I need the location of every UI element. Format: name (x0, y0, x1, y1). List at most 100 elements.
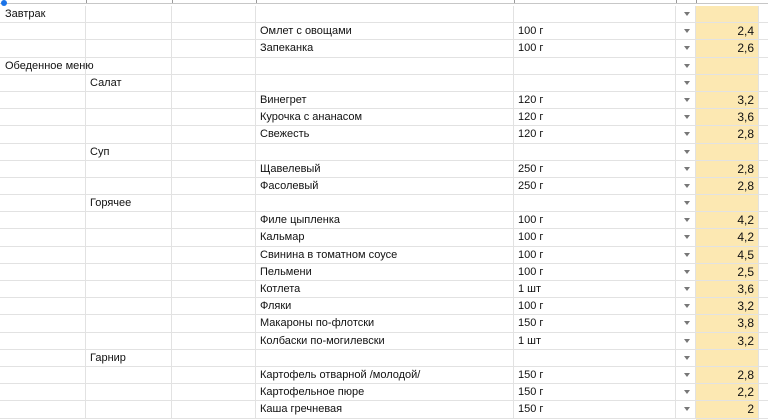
section-cell[interactable] (0, 315, 86, 332)
empty-cell[interactable] (758, 6, 768, 22)
section-cell[interactable] (0, 281, 86, 298)
category-cell[interactable] (86, 177, 172, 195)
empty-cell[interactable] (172, 246, 256, 263)
empty-cell[interactable] (758, 23, 768, 39)
empty-cell[interactable] (758, 401, 768, 417)
dish-name-cell[interactable]: Колбаски по-могилевски (256, 332, 514, 349)
category-cell[interactable] (86, 23, 172, 40)
portion-cell[interactable] (514, 74, 676, 91)
empty-cell[interactable] (758, 178, 768, 194)
empty-cell[interactable] (758, 384, 768, 400)
category-cell[interactable]: Салат (86, 74, 172, 91)
category-cell[interactable] (86, 6, 172, 23)
empty-cell[interactable] (758, 126, 768, 142)
portion-cell[interactable] (514, 6, 676, 23)
price-cell[interactable]: 4,2 (696, 229, 758, 246)
portion-cell[interactable]: 100 г (514, 212, 676, 229)
empty-cell[interactable] (758, 109, 768, 125)
price-cell[interactable] (696, 57, 758, 74)
empty-cell[interactable] (172, 212, 256, 229)
dropdown-arrow-icon[interactable] (684, 372, 690, 377)
portion-cell[interactable]: 100 г (514, 229, 676, 246)
section-cell[interactable] (0, 384, 86, 401)
dish-name-cell[interactable]: Запеканка (256, 40, 514, 57)
section-cell[interactable] (0, 332, 86, 349)
portion-cell[interactable]: 100 г (514, 298, 676, 315)
dish-name-cell[interactable]: Фасолевый (256, 177, 514, 195)
portion-cell[interactable] (514, 349, 676, 366)
portion-cell[interactable] (514, 143, 676, 160)
dish-name-cell[interactable]: Свинина в томатном соусе (256, 246, 514, 263)
empty-cell[interactable] (172, 315, 256, 332)
section-cell[interactable] (0, 143, 86, 160)
category-cell[interactable] (86, 229, 172, 246)
section-cell[interactable] (0, 23, 86, 40)
price-cell[interactable] (696, 349, 758, 366)
dish-name-cell[interactable]: Щавелевый (256, 160, 514, 177)
empty-cell[interactable] (172, 57, 256, 74)
empty-cell[interactable] (758, 367, 768, 383)
section-cell[interactable] (0, 109, 86, 126)
portion-cell[interactable]: 150 г (514, 315, 676, 332)
price-cell[interactable] (696, 195, 758, 212)
empty-cell[interactable] (172, 109, 256, 126)
category-cell[interactable] (86, 40, 172, 57)
empty-cell[interactable] (172, 126, 256, 143)
price-cell[interactable]: 3,2 (696, 332, 758, 349)
dish-name-cell[interactable] (256, 143, 514, 160)
empty-cell[interactable] (172, 40, 256, 57)
dropdown-arrow-icon[interactable] (684, 235, 690, 240)
empty-cell[interactable] (172, 263, 256, 280)
dish-name-cell[interactable]: Каша гречневая (256, 401, 514, 418)
category-cell[interactable] (86, 401, 172, 418)
price-cell[interactable]: 3,6 (696, 281, 758, 298)
price-cell[interactable]: 4,5 (696, 246, 758, 263)
empty-cell[interactable] (172, 281, 256, 298)
category-cell[interactable] (86, 298, 172, 315)
dropdown-arrow-icon[interactable] (684, 63, 690, 68)
portion-cell[interactable]: 100 г (514, 246, 676, 263)
price-cell[interactable] (696, 74, 758, 91)
price-cell[interactable]: 3,8 (696, 315, 758, 332)
category-cell[interactable] (86, 109, 172, 126)
portion-cell[interactable]: 120 г (514, 126, 676, 143)
price-cell[interactable]: 2,4 (696, 23, 758, 40)
dropdown-arrow-icon[interactable] (684, 201, 690, 206)
section-cell[interactable] (0, 195, 86, 212)
empty-cell[interactable] (758, 281, 768, 297)
portion-cell[interactable]: 150 г (514, 401, 676, 418)
category-cell[interactable] (86, 126, 172, 143)
portion-cell[interactable]: 100 г (514, 23, 676, 40)
portion-cell[interactable]: 120 г (514, 91, 676, 109)
portion-cell[interactable]: 150 г (514, 366, 676, 384)
empty-cell[interactable] (758, 92, 768, 108)
dish-name-cell[interactable]: Картофельное пюре (256, 384, 514, 401)
price-cell[interactable] (696, 143, 758, 160)
dropdown-arrow-icon[interactable] (684, 132, 690, 137)
dish-name-cell[interactable] (256, 195, 514, 212)
dish-name-cell[interactable]: Макароны по-флотски (256, 315, 514, 332)
portion-cell[interactable]: 120 г (514, 109, 676, 126)
portion-cell[interactable]: 150 г (514, 384, 676, 401)
dish-name-cell[interactable]: Курочка с ананасом (256, 109, 514, 126)
empty-cell[interactable] (758, 229, 768, 245)
empty-cell[interactable] (172, 229, 256, 246)
empty-cell[interactable] (758, 161, 768, 177)
empty-cell[interactable] (172, 160, 256, 177)
category-cell[interactable]: Гарнир (86, 349, 172, 366)
section-cell[interactable]: Завтрак (0, 6, 86, 23)
category-cell[interactable] (86, 212, 172, 229)
dish-name-cell[interactable] (256, 6, 514, 23)
section-cell[interactable] (0, 246, 86, 263)
dish-name-cell[interactable]: Кальмар (256, 229, 514, 246)
empty-cell[interactable] (758, 264, 768, 280)
section-cell[interactable] (0, 298, 86, 315)
category-cell[interactable]: Горячее (86, 195, 172, 212)
empty-cell[interactable] (758, 75, 768, 91)
dropdown-arrow-icon[interactable] (684, 304, 690, 309)
empty-cell[interactable] (172, 23, 256, 40)
price-cell[interactable]: 2,8 (696, 160, 758, 177)
empty-cell[interactable] (172, 195, 256, 212)
portion-cell[interactable]: 1 шт (514, 332, 676, 349)
dish-name-cell[interactable]: Котлета (256, 281, 514, 298)
